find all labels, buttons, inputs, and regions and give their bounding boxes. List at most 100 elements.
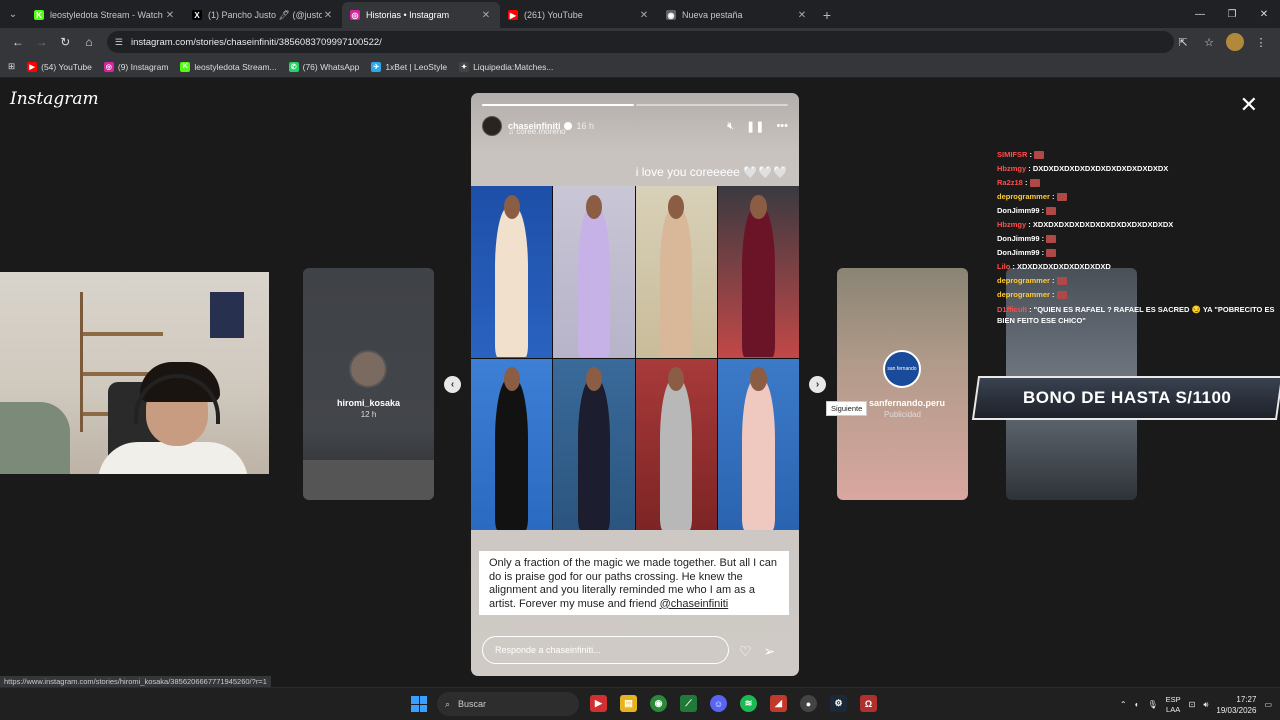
close-tab-icon[interactable]: ✕ — [164, 10, 176, 21]
photo-tile — [471, 186, 553, 358]
bookmark-item[interactable]: ▶ (54) YouTube — [27, 61, 92, 72]
clock[interactable]: 17:27 19/03/2026 — [1216, 694, 1256, 716]
story-author-avatar[interactable] — [482, 116, 502, 136]
chat-separator: : — [1026, 220, 1033, 229]
next-story-card[interactable]: san fernando sanfernando.peru Publicidad — [837, 268, 968, 500]
reload-button[interactable]: ↻ — [53, 30, 77, 54]
promo-text: BONO DE HASTA S/1100 — [1023, 388, 1232, 407]
chat-username: DonJimm99 — [997, 206, 1040, 215]
more-options-icon[interactable]: ••• — [776, 120, 788, 132]
window-controls: — ❐ ✕ — [1184, 0, 1280, 28]
language-indicator[interactable]: ESP LAA — [1166, 695, 1181, 715]
tab-favicon-icon: ◎ — [350, 10, 360, 20]
discord-icon[interactable]: ☺ — [710, 695, 727, 712]
browser-tab[interactable]: ◉ Nueva pestaña ✕ — [658, 2, 816, 28]
profile-avatar[interactable] — [1226, 33, 1245, 51]
tab-title: Historias • Instagram — [366, 10, 450, 20]
photo-tile — [717, 358, 799, 530]
chrome-icon[interactable]: ◉ — [650, 695, 667, 712]
story-avatar: san fernando — [883, 350, 921, 388]
bookmark-label: Liquipedia:Matches... — [473, 61, 554, 72]
home-button[interactable]: ⌂ — [77, 30, 101, 54]
photo-tile — [471, 358, 553, 530]
heart-icon[interactable]: ♡ — [739, 643, 752, 660]
browser-tab[interactable]: ◎ Historias • Instagram ✕ — [342, 2, 500, 28]
chat-message: Hbzmgy : XDXDXDXDXDXDXDXDXDXDXDXDXDX — [997, 218, 1280, 232]
bookmark-item[interactable]: ✆ (76) WhatsApp — [288, 61, 359, 72]
notifications-icon[interactable]: ▭ — [1264, 700, 1272, 709]
chat-message: Ra2z18 : — [997, 176, 1280, 190]
chat-username: D1fficult — [997, 305, 1027, 314]
tab-search-button[interactable]: ⌄ — [0, 0, 26, 28]
volume-icon[interactable]: 🔊︎ — [1203, 700, 1208, 710]
menu-kebab-icon[interactable]: ⋮ — [1252, 33, 1270, 51]
close-tab-icon[interactable]: ✕ — [638, 10, 650, 21]
reply-input[interactable]: Responde a chaseinfiniti... — [482, 636, 729, 664]
tray-expand-icon[interactable]: ⌃ — [1120, 700, 1127, 709]
tab-title: leostyledota Stream - Watch Li — [50, 10, 164, 20]
lang-code: ESP — [1165, 694, 1181, 704]
tray-app-icon[interactable]: ◐ — [1135, 700, 1140, 709]
next-story-button[interactable]: › — [809, 376, 826, 393]
restore-button[interactable]: ❐ — [1216, 0, 1248, 28]
close-stories-button[interactable]: ✕ — [1240, 92, 1258, 118]
previous-story-button[interactable]: ‹ — [444, 376, 461, 393]
youtube-app-icon[interactable]: ▶ — [590, 695, 607, 712]
browser-tab[interactable]: ▶ (261) YouTube ✕ — [500, 2, 658, 28]
chat-separator: : — [1027, 305, 1034, 314]
bookmark-item[interactable]: ✈ 1xBet | LeoStyle — [371, 61, 447, 72]
pause-icon[interactable]: ❚❚ — [746, 120, 764, 133]
chat-username: deprogrammer — [997, 290, 1050, 299]
bookmark-item[interactable]: Kleostyledota Stream... — [180, 61, 277, 72]
new-tab-button[interactable]: + — [816, 2, 838, 28]
opera-icon[interactable]: Ω — [860, 695, 877, 712]
steam-icon[interactable]: ⚙ — [830, 695, 847, 712]
close-tab-icon[interactable]: ✕ — [796, 10, 808, 21]
bookmark-star-icon[interactable]: ☆ — [1200, 33, 1218, 51]
previous-story-card[interactable]: hiromi_kosaka 12 h — [303, 268, 434, 500]
start-button[interactable] — [411, 696, 427, 712]
close-window-button[interactable]: ✕ — [1248, 0, 1280, 28]
file-explorer-icon[interactable]: ▤ — [620, 695, 637, 712]
chat-separator: : — [1039, 248, 1047, 257]
browser-tab[interactable]: X (1) Pancho Justo 🖊 (@justopa ✕ — [184, 2, 342, 28]
close-tab-icon[interactable]: ✕ — [322, 10, 334, 21]
bookmark-item[interactable]: ◎ (9) Instagram — [103, 61, 168, 72]
chat-username: Lilo — [997, 262, 1011, 271]
obs-icon[interactable]: ● — [800, 695, 817, 712]
chat-message: DonJimm99 : — [997, 232, 1280, 246]
back-button[interactable]: ← — [6, 30, 30, 54]
minimize-button[interactable]: — — [1184, 0, 1216, 28]
mute-icon[interactable]: 🔇︎ — [727, 120, 734, 133]
chat-text: DXDXDXDXDXDXDXDXDXDXDXDXDX — [1032, 164, 1169, 173]
spotify-icon[interactable]: ≋ — [740, 695, 757, 712]
story-mention-link[interactable]: @chaseinfiniti — [660, 598, 729, 610]
collaborator-name: coree.moreno — [516, 127, 566, 136]
active-story[interactable]: chaseinfiniti 16 h 🔇︎ ❚❚ ••• ♫ coree.mor… — [471, 93, 799, 676]
story-photo-grid — [471, 186, 799, 530]
address-bar[interactable]: ☰ instagram.com/stories/chaseinfiniti/38… — [106, 31, 1175, 53]
site-info-icon[interactable]: ☰ — [115, 37, 123, 48]
chat-separator: : — [1039, 206, 1047, 215]
story-avatar — [349, 350, 387, 388]
app-icon[interactable]: ⟋ — [680, 695, 697, 712]
chat-text: XDXDXDXDXDXDXDXDXDXDXDXDXDX — [1032, 220, 1174, 229]
apps-grid-icon[interactable]: ⊞ — [8, 61, 15, 72]
browser-tab[interactable]: Kleostyledota Stream - Watch Li ✕ — [26, 2, 184, 28]
forward-button[interactable]: → — [30, 30, 54, 54]
network-icon[interactable]: ⊡ — [1189, 700, 1196, 709]
install-app-icon[interactable]: ⇱ — [1174, 33, 1192, 51]
close-tab-icon[interactable]: ✕ — [480, 10, 492, 21]
address-url: instagram.com/stories/chaseinfiniti/3856… — [130, 36, 382, 48]
chat-separator: : — [1049, 290, 1057, 299]
bookmark-item[interactable]: ✦ Liquipedia:Matches... — [459, 61, 554, 72]
chat-separator: : — [1049, 192, 1057, 201]
microphone-icon[interactable]: 🎙︎ — [1147, 700, 1157, 709]
taskbar-search[interactable]: ⌕ Buscar — [437, 692, 579, 716]
app-icon[interactable]: ◢ — [770, 695, 787, 712]
stream-chat-overlay: SIMIFSR : Hbzmgy : DXDXDXDXDXDXDXDXDXDXD… — [997, 148, 1280, 326]
story-collaborator[interactable]: ♫ coree.moreno — [508, 127, 566, 136]
browser-toolbar: ← → ↻ ⌂ ☰ instagram.com/stories/chaseinf… — [0, 28, 1280, 56]
send-icon[interactable]: ➢ — [764, 643, 776, 660]
instagram-logo[interactable]: Instagram — [10, 89, 99, 109]
